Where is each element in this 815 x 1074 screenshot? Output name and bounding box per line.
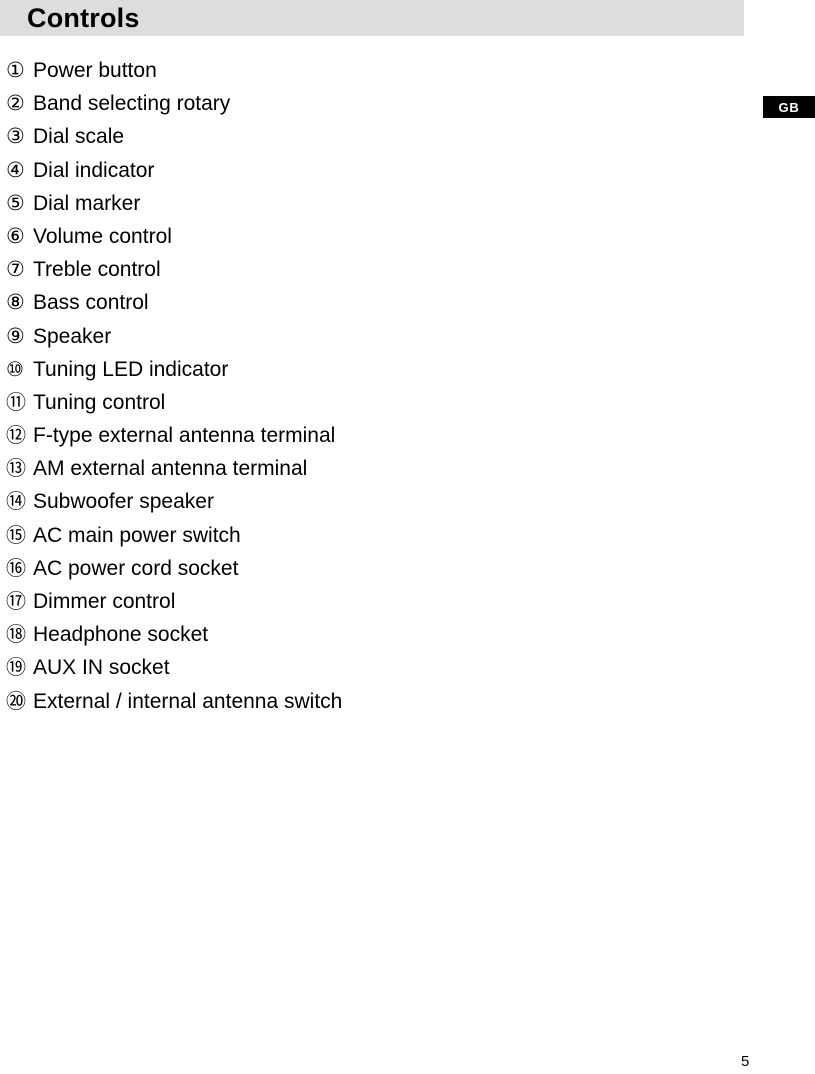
control-list-item: ⑭ Subwoofer speaker — [0, 489, 815, 522]
control-list-item: ⑤ Dial marker — [0, 191, 815, 224]
control-label: Dial indicator — [33, 158, 155, 182]
control-list-item: ③ Dial scale — [0, 124, 815, 157]
control-list-item: ⑱ Headphone socket — [0, 622, 815, 655]
control-label: Bass control — [33, 291, 149, 315]
control-label: Dial marker — [33, 191, 141, 215]
control-number-9: ⑨ — [6, 323, 25, 348]
control-number-18: ⑱ — [6, 622, 26, 647]
control-number-16: ⑯ — [6, 555, 26, 580]
control-number-8: ⑧ — [6, 290, 25, 315]
control-label: Dimmer control — [33, 590, 176, 613]
control-list-item: ⑫ F-type external antenna terminal — [0, 423, 815, 456]
control-number-14: ⑭ — [6, 489, 26, 514]
control-label: Tuning LED indicator — [33, 357, 229, 381]
control-list-item: ⑦ Treble control — [0, 257, 815, 290]
page-title: Controls — [27, 3, 140, 33]
control-list-item: ⑥ Volume control — [0, 224, 815, 257]
control-label: Band selecting rotary — [33, 92, 231, 116]
control-list-item: ⑰ Dimmer control — [0, 589, 815, 622]
control-label: Volume control — [33, 224, 172, 248]
control-number-1: ① — [6, 58, 25, 82]
control-number-19: ⑲ — [6, 655, 26, 680]
control-list-item: ⑧ Bass control — [0, 290, 815, 323]
control-list-item: ④ Dial indicator — [0, 158, 815, 191]
control-label: External / internal antenna switch — [33, 689, 343, 713]
control-number-5: ⑤ — [6, 190, 25, 215]
control-number-10: ⑩ — [6, 356, 24, 381]
control-label: AC main power switch — [33, 523, 241, 547]
control-number-6: ⑥ — [6, 223, 25, 248]
section-header-band: Controls — [0, 0, 744, 36]
control-list-item: ① Power button — [0, 58, 815, 91]
control-list-item: ⑳ External / internal antenna switch — [0, 689, 815, 722]
control-label: F-type external antenna terminal — [33, 424, 336, 448]
control-label: Headphone socket — [33, 623, 209, 647]
control-number-2: ② — [6, 91, 25, 116]
control-number-12: ⑫ — [6, 423, 26, 448]
controls-list: ① Power button ② Band selecting rotary ③ Dial… — [0, 58, 815, 722]
control-list-item: ⑪ Tuning control — [0, 390, 815, 423]
control-list-item: ⑨ Speaker — [0, 324, 815, 357]
control-list-item: ② Band selecting rotary — [0, 91, 815, 124]
control-number-15: ⑮ — [6, 522, 26, 547]
control-label: AM external antenna terminal — [33, 457, 308, 481]
control-number-13: ⑬ — [6, 456, 26, 481]
control-label: AC power cord socket — [33, 556, 239, 580]
control-list-item: ⑲ AUX IN socket — [0, 655, 815, 688]
control-list-item: ⑮ AC main power switch — [0, 523, 815, 556]
control-list-item: ⑯ AC power cord socket — [0, 556, 815, 589]
control-list-item: ⑩ Tuning LED indicator — [0, 357, 815, 390]
control-number-3: ③ — [6, 124, 25, 149]
control-list-item: ⑬ AM external antenna terminal — [0, 456, 815, 489]
control-number-11: ⑪ — [6, 389, 26, 414]
page-number: 5 — [741, 1053, 750, 1070]
control-number-4: ④ — [6, 157, 25, 182]
control-number-20: ⑳ — [6, 688, 26, 713]
control-label: AUX IN socket — [33, 656, 170, 680]
control-label: Speaker — [33, 324, 112, 348]
control-number-17: ⑰ — [6, 589, 26, 613]
control-label: Treble control — [33, 258, 161, 282]
control-label: Dial scale — [33, 125, 125, 149]
control-label: Subwoofer speaker — [33, 490, 214, 514]
control-label: Power button — [33, 59, 157, 82]
control-label: Tuning control — [33, 390, 166, 414]
control-number-7: ⑦ — [6, 257, 25, 282]
